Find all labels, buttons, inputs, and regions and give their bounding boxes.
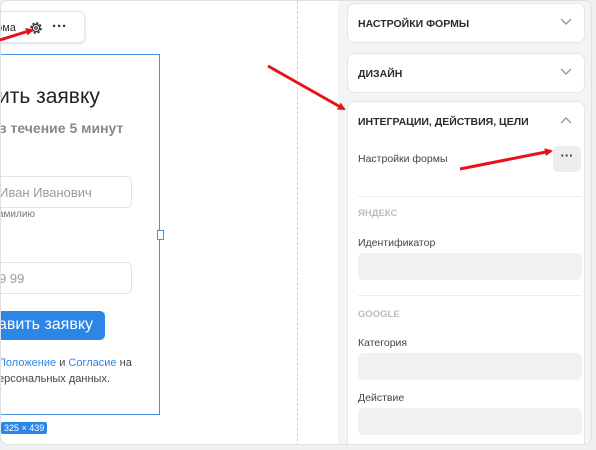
chevron-down-icon <box>560 18 572 25</box>
yandex-group-title: ЯНДЕКС <box>358 208 398 219</box>
form-title: ить заявку <box>0 85 100 108</box>
submit-button[interactable]: авить заявку <box>0 311 105 340</box>
name-hint: амилию <box>0 209 35 220</box>
section-form-settings[interactable]: НАСТРОЙКИ ФОРМЫ <box>347 3 585 43</box>
phone-placeholder: 9 99 <box>0 271 25 286</box>
more-icon[interactable]: ··· <box>52 18 67 35</box>
name-placeholder: Иван Иванович <box>0 185 92 200</box>
legal-tail: на <box>119 357 132 369</box>
legal-and: и <box>59 357 66 369</box>
action-label: Действие <box>358 392 405 404</box>
category-label: Категория <box>358 337 408 349</box>
form-subtitle: в течение 5 минут <box>0 120 124 136</box>
legal-text: Положение и Согласие на ерсональных данн… <box>0 355 132 387</box>
section-title: НАСТРОЙКИ ФОРМЫ <box>358 18 470 30</box>
form-settings-label: Настройки формы <box>358 153 448 165</box>
section-title: ДИЗАЙН <box>358 68 403 80</box>
form-widget[interactable]: ить заявку в течение 5 минут Иван Иванов… <box>0 54 160 415</box>
identifier-label: Идентификатор <box>358 237 436 249</box>
submit-label: авить заявку <box>0 316 94 333</box>
chevron-up-icon[interactable] <box>560 115 572 125</box>
policy-link[interactable]: Положение <box>1 357 56 369</box>
action-input[interactable] <box>358 408 582 435</box>
section-design[interactable]: ДИЗАЙН <box>347 53 585 93</box>
section-integrations: ИНТЕГРАЦИИ, ДЕЙСТВИЯ, ЦЕЛИ Настройки фор… <box>347 101 585 444</box>
block-toolbar: орма ··· <box>1 11 85 43</box>
chevron-down-icon <box>560 68 572 75</box>
gear-icon[interactable] <box>28 20 44 36</box>
category-input[interactable] <box>358 353 582 380</box>
form-settings-more-button[interactable]: ··· <box>553 146 581 172</box>
consent-link[interactable]: Согласие <box>68 357 116 369</box>
divider <box>358 295 582 296</box>
guide-line <box>297 1 298 444</box>
toolbar-label: орма <box>1 22 16 34</box>
size-badge: 325 × 439 <box>1 422 48 434</box>
section-title[interactable]: ИНТЕГРАЦИИ, ДЕЙСТВИЯ, ЦЕЛИ <box>358 116 529 128</box>
settings-panel: НАСТРОЙКИ ФОРМЫ ДИЗАЙН ИНТЕГРАЦИИ, ДЕЙСТ… <box>338 1 591 444</box>
resize-handle[interactable] <box>157 230 164 240</box>
google-group-title: GOOGLE <box>358 309 400 320</box>
editor-canvas: ить заявку в течение 5 минут Иван Иванов… <box>0 1 337 444</box>
legal-line-2: ерсональных данных. <box>0 373 111 385</box>
name-field[interactable]: Иван Иванович <box>0 176 132 208</box>
editor-frame: ить заявку в течение 5 минут Иван Иванов… <box>0 0 592 445</box>
divider <box>358 196 582 197</box>
phone-field[interactable]: 9 99 <box>0 262 132 294</box>
identifier-input[interactable] <box>358 253 582 280</box>
